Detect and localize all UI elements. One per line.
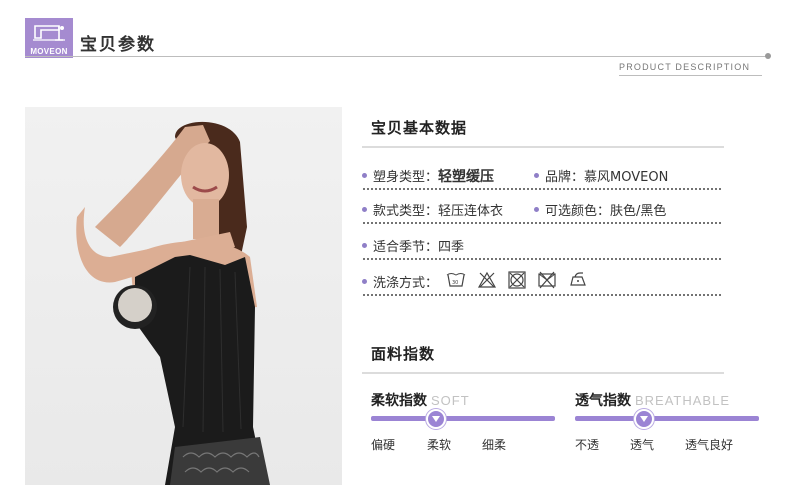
no-tumble-dry-icon: [508, 271, 526, 289]
basic-info-title: 宝贝基本数据: [371, 119, 468, 137]
color-label: 可选颜色：: [545, 204, 611, 219]
style-type-label: 款式类型：: [373, 204, 439, 219]
washing-label: 洗涤方式：: [373, 276, 439, 291]
shaping-type-label: 塑身类型：: [373, 170, 439, 185]
fabric-index-title: 面料指数: [371, 345, 436, 363]
dotted-divider: [362, 188, 722, 190]
model-illustration: [76, 121, 270, 485]
softness-scale-low: 偏硬: [371, 438, 396, 452]
softness-en-label: SOFT: [431, 393, 470, 408]
washing-icons: 30: [446, 271, 586, 289]
no-dry-clean-icon: [538, 271, 556, 289]
info-row-season: 适合季节：四季: [362, 236, 722, 260]
bullet: [362, 207, 367, 212]
softness-label: 柔软指数 SOFT: [371, 393, 470, 409]
bullet: [534, 207, 539, 212]
bullet: [362, 243, 367, 248]
breathability-marker: [634, 409, 654, 429]
softness-marker: [426, 409, 446, 429]
color-value: 肤色/黑色: [610, 204, 667, 219]
style-type-value: 轻压连体衣: [438, 204, 504, 219]
svg-text:30: 30: [452, 280, 458, 286]
low-iron-icon: [570, 272, 586, 286]
dotted-divider: [362, 222, 722, 224]
brand-value: 慕风MOVEON: [584, 170, 669, 185]
header-divider-dot: [765, 53, 771, 59]
dotted-divider: [362, 258, 722, 260]
bullet: [362, 279, 367, 284]
season-label: 适合季节：: [373, 240, 439, 255]
wash-30-icon: 30: [446, 273, 466, 287]
dotted-divider: [362, 294, 722, 296]
softness-track: [371, 416, 555, 421]
softness-scale-high: 细柔: [482, 438, 507, 452]
product-description-underline: [619, 75, 762, 76]
no-bleach-icon: [477, 271, 497, 288]
product-photo: [25, 107, 342, 485]
product-description-label: PRODUCT DESCRIPTION: [619, 62, 751, 72]
fabric-index-divider: [362, 372, 724, 374]
basic-info-divider: [362, 146, 724, 148]
breathability-label: 透气指数 BREATHABLE: [575, 393, 731, 409]
info-row-shaping: 塑身类型：轻塑缓压 品牌：慕风MOVEON: [362, 166, 722, 190]
info-row-washing: 洗涤方式： 30: [362, 271, 722, 296]
bullet: [362, 173, 367, 178]
brand-label: 品牌：: [545, 170, 585, 185]
breathability-scale-low: 不透: [575, 438, 600, 452]
shaping-type-value: 轻塑缓压: [438, 169, 495, 185]
page-title: 宝贝参数: [80, 35, 156, 55]
logo-text: MOVEON: [30, 47, 68, 56]
breathability-scale-high: 透气良好: [685, 438, 734, 452]
brand-logo: MOVEON: [25, 18, 73, 58]
breathability-en-label: BREATHABLE: [635, 393, 731, 408]
season-value: 四季: [438, 240, 465, 255]
info-row-style: 款式类型：轻压连体衣 可选颜色：肤色/黑色: [362, 200, 722, 224]
softness-scale-mid: 柔软: [427, 438, 452, 452]
bullet: [534, 173, 539, 178]
sewing-machine-icon: [33, 25, 65, 41]
breathability-scale-mid: 透气: [630, 438, 655, 452]
header-divider: [25, 56, 767, 57]
breathability-track: [575, 416, 759, 421]
